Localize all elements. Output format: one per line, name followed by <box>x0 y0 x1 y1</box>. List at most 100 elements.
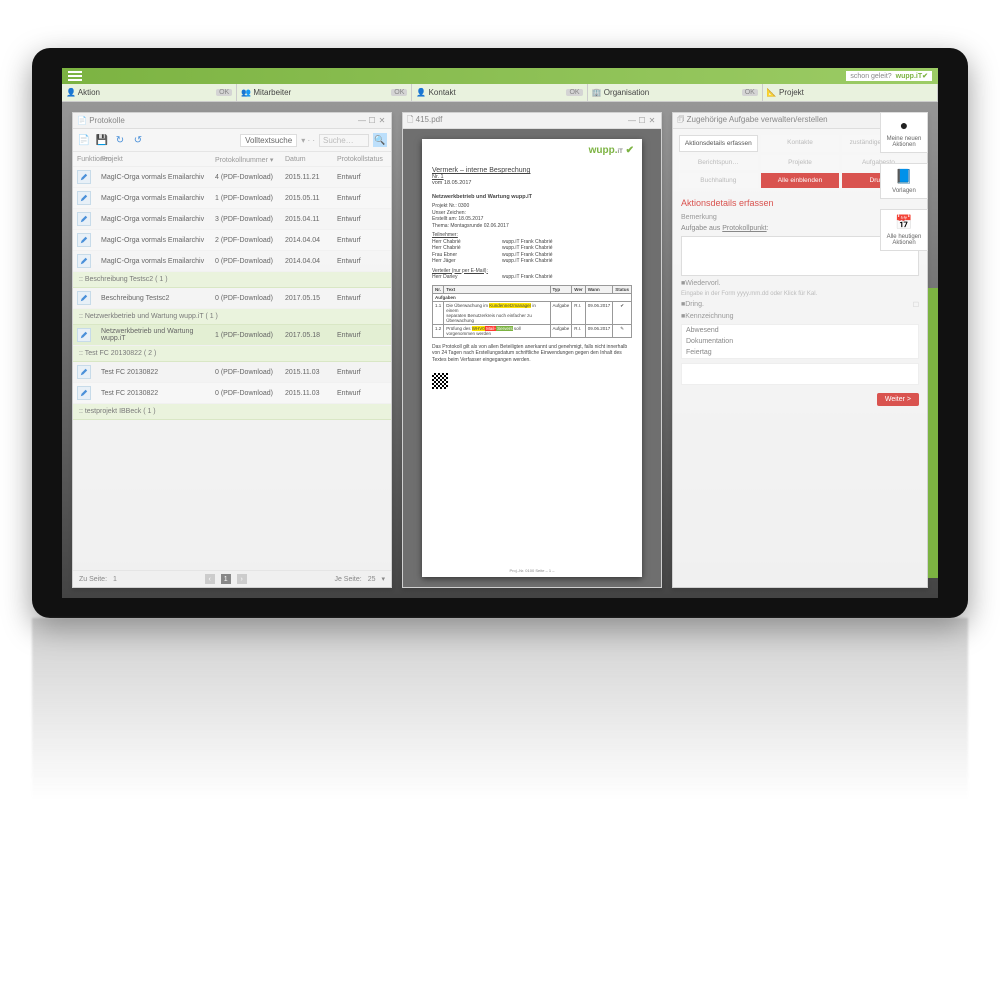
rail-item-0[interactable]: ●Meine neuen Aktionen <box>880 112 928 153</box>
group-header[interactable]: :: testprojekt IBBeck ( 1 ) <box>73 404 391 420</box>
col-projekt[interactable]: Projekt <box>101 156 215 164</box>
protocols-toolbar: 📄 💾 ↻ ↺ Volltextsuche ▾ · · Suche… 🔍 <box>73 129 391 152</box>
pdf-task-table: Nr.TextTypWerWannStatus Aufgaben 1.1Die … <box>432 285 632 338</box>
rail-item-1[interactable]: 📘Vorlagen <box>880 163 928 199</box>
refresh-icon[interactable]: ↻ <box>113 133 127 147</box>
tab-alle-einblenden[interactable]: Alle einblenden <box>761 173 840 188</box>
reload-icon[interactable]: ↺ <box>131 133 145 147</box>
app-screen: schon geleit? wupp.iT✔ 👤 AktionOK👥 Mitar… <box>62 68 938 598</box>
pdf-meta: Projekt Nr.: 0300 Unser Zeichen: Erstell… <box>432 203 632 229</box>
edit-icon[interactable] <box>77 254 91 268</box>
edit-icon[interactable] <box>77 212 91 226</box>
tab-berichtspunkte[interactable]: Berichtspun… <box>679 155 758 170</box>
table-row[interactable]: MagIC-Orga vormals Emailarchiv2 (PDF-Dow… <box>73 230 391 251</box>
filter-options-icon[interactable]: ▾ · · <box>301 136 315 145</box>
col-funktionen: Funktionen <box>77 156 101 164</box>
wiedervorl-label: Wiedervorl. <box>685 280 720 287</box>
protocols-panel: 📄 Protokolle —☐✕ 📄 💾 ↻ ↺ Volltextsuche ▾… <box>72 112 392 588</box>
pager-current: 1 <box>221 574 231 584</box>
pager-prev-icon[interactable]: ‹ <box>205 574 215 584</box>
pdf-section: Netzwerkbetrieb und Wartung wupp.iT <box>432 194 632 200</box>
main-tab-1[interactable]: 👥 MitarbeiterOK <box>237 84 412 101</box>
main-tab-4[interactable]: 📐 Projekt <box>763 84 938 101</box>
side-rail: ●Meine neuen Aktionen 📘Vorlagen 📅31Alle he… <box>880 112 928 251</box>
table-row[interactable]: MagIC-Orga vormals Emailarchiv1 (PDF-Dow… <box>73 188 391 209</box>
tab-buchhaltung[interactable]: Buchhaltung <box>679 173 758 188</box>
main-tab-0[interactable]: 👤 AktionOK <box>62 84 237 101</box>
filter-select[interactable]: Volltextsuche <box>240 134 297 147</box>
pager-to-page-label: Zu Seite: <box>79 576 107 583</box>
pdf-participants: Teilnehmer: Herr Chabriéwupp.iT Frank Ch… <box>432 232 632 281</box>
kennzeichnung-listbox[interactable]: AbwesendDokumentationFeiertag <box>681 324 919 359</box>
brand-name: wupp. <box>896 73 916 80</box>
pdf-panel: 🗋 415.pdf —☐✕ wupp.iT ✔ Vermerk – intern… <box>402 112 662 588</box>
minimize-icon[interactable]: — <box>357 116 367 125</box>
col-datum[interactable]: Datum <box>285 156 337 164</box>
dring-label: Dring. <box>685 301 704 308</box>
group-header[interactable]: :: Test FC 20130822 ( 2 ) <box>73 346 391 362</box>
edit-icon[interactable] <box>77 170 91 184</box>
pdf-maximize-icon[interactable]: ☐ <box>637 116 647 125</box>
pdf-heading: Vermerk – interne Besprechung <box>432 167 632 174</box>
main-tab-3[interactable]: 🏢 OrganisationOK <box>588 84 763 101</box>
col-status[interactable]: Protokollstatus <box>337 156 387 164</box>
edit-icon[interactable] <box>77 328 91 342</box>
table-row[interactable]: Test FC 201308220 (PDF-Download)2015.11.… <box>73 362 391 383</box>
protokollpunkt-link[interactable]: Protokollpunkt <box>722 225 766 232</box>
group-header[interactable]: :: Netzwerkbetrieb und Wartung wupp.iT (… <box>73 309 391 325</box>
edit-icon[interactable] <box>77 365 91 379</box>
tag-option[interactable]: Dokumentation <box>682 336 918 347</box>
pdf-footer: Proj.-Nr. 0100 Seite – 1 – <box>422 568 642 573</box>
pager-size[interactable]: 25 <box>368 576 376 583</box>
tablet-bezel: schon geleit? wupp.iT✔ 👤 AktionOK👥 Mitar… <box>32 48 968 618</box>
search-input[interactable]: Suche… <box>319 134 369 147</box>
kennzeichnung-listbox-2[interactable] <box>681 363 919 385</box>
pdf-viewport[interactable]: wupp.iT ✔ Vermerk – interne Besprechung … <box>403 129 661 587</box>
table-row[interactable]: MagIC-Orga vormals Emailarchiv0 (PDF-Dow… <box>73 251 391 272</box>
protocols-pager: Zu Seite: 1 ‹ 1 › Je Seite: 25 ▾ <box>73 570 391 587</box>
tag-option[interactable]: Abwesend <box>682 325 918 336</box>
kennzeichnung-label: Kennzeichnung <box>685 313 733 320</box>
maximize-icon[interactable]: ☐ <box>367 116 377 125</box>
table-row[interactable]: Beschreibung Testsc20 (PDF-Download)2017… <box>73 288 391 309</box>
table-row[interactable]: MagIC-Orga vormals Emailarchiv4 (PDF-Dow… <box>73 167 391 188</box>
edit-icon[interactable] <box>77 191 91 205</box>
tab-kontakte[interactable]: Kontakte <box>761 135 840 152</box>
save-icon[interactable]: 💾 <box>95 133 109 147</box>
edit-icon[interactable] <box>77 386 91 400</box>
pdf-minimize-icon[interactable]: — <box>627 116 637 125</box>
pager-per-page-label: Je Seite: <box>334 576 361 583</box>
protocols-rows: MagIC-Orga vormals Emailarchiv4 (PDF-Dow… <box>73 167 391 420</box>
table-row[interactable]: Netzwerkbetrieb und Wartung wupp.iT1 (PD… <box>73 325 391 346</box>
pdf-close-icon[interactable]: ✕ <box>647 116 657 125</box>
main-tab-2[interactable]: 👤 KontaktOK <box>412 84 587 101</box>
table-row[interactable]: MagIC-Orga vormals Emailarchiv3 (PDF-Dow… <box>73 209 391 230</box>
pdf-dateline: vom 18.05.2017 <box>432 180 632 186</box>
brand-corner: schon geleit? wupp.iT✔ <box>846 71 932 81</box>
side-green-strip <box>928 288 938 578</box>
col-protokollnummer[interactable]: Protokollnummer <box>215 157 268 164</box>
action-panel-title: Zugehörige Aufgabe verwalten/erstellen <box>687 115 828 124</box>
close-icon[interactable]: ✕ <box>377 116 387 125</box>
protocols-panel-header: 📄 Protokolle —☐✕ <box>73 113 391 129</box>
protocols-columns: Funktionen Projekt Protokollnummer ▾ Dat… <box>73 152 391 167</box>
edit-icon[interactable] <box>77 291 91 305</box>
tag-option[interactable]: Feiertag <box>682 347 918 358</box>
brand-tagline: schon geleit? <box>850 73 891 80</box>
tab-projekte[interactable]: Projekte <box>761 155 840 170</box>
new-icon[interactable]: 📄 <box>77 133 91 147</box>
rail-item-2[interactable]: 📅31Alle heutigen Aktionen <box>880 209 928 251</box>
pdf-page: wupp.iT ✔ Vermerk – interne Besprechung … <box>422 139 642 577</box>
tab-aktionsdetails[interactable]: Aktionsdetails erfassen <box>679 135 758 152</box>
wiedervorl-hint: Eingabe in der Form yyyy.mm.dd oder Klic… <box>681 291 919 297</box>
group-header[interactable]: :: Beschreibung Testsc2 ( 1 ) <box>73 272 391 288</box>
hamburger-icon[interactable] <box>68 71 82 81</box>
pdf-disclaimer: Das Protokoll gilt als von allen Beteili… <box>432 344 632 364</box>
table-row[interactable]: Test FC 201308220 (PDF-Download)2015.11.… <box>73 383 391 404</box>
weiter-button[interactable]: Weiter > <box>877 393 919 406</box>
edit-icon[interactable] <box>77 233 91 247</box>
pdf-logo: wupp.iT ✔ <box>589 145 634 156</box>
pager-next-icon[interactable]: › <box>237 574 247 584</box>
search-go-button[interactable]: 🔍 <box>373 133 387 147</box>
device-reflection <box>32 618 968 878</box>
